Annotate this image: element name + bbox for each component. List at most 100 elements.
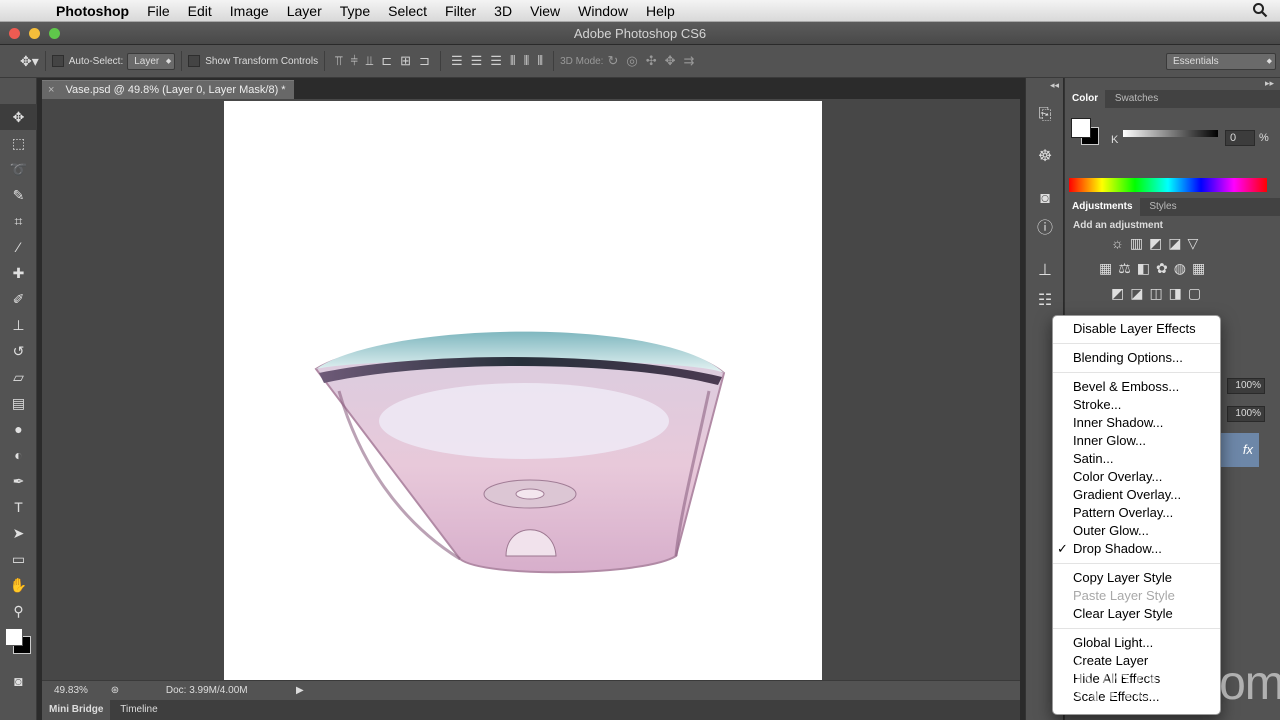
menu-window[interactable]: Window: [569, 3, 637, 19]
menu-item-outer-glow[interactable]: Outer Glow...: [1053, 522, 1220, 540]
menu-item-color-overlay[interactable]: Color Overlay...: [1053, 468, 1220, 486]
menu-edit[interactable]: Edit: [179, 3, 221, 19]
color-swatches[interactable]: [0, 624, 36, 668]
status-menu-arrow-icon[interactable]: ▶: [296, 681, 304, 700]
quick-select-tool-icon[interactable]: ✎: [0, 182, 37, 208]
tab-swatches[interactable]: Swatches: [1108, 90, 1165, 108]
menu-item-clear-layer-style[interactable]: Clear Layer Style: [1053, 605, 1220, 623]
brush-tool-icon[interactable]: ✐: [0, 286, 37, 312]
menu-item-gradient-overlay[interactable]: Gradient Overlay...: [1053, 486, 1220, 504]
menu-type[interactable]: Type: [331, 3, 379, 19]
workspace-dropdown[interactable]: Essentials: [1166, 53, 1276, 70]
adjustment-icons-row3[interactable]: ◩◪◫◨▢: [1065, 277, 1280, 302]
spotlight-search-icon[interactable]: [1252, 2, 1268, 21]
distribute-left-icon[interactable]: ⦀: [510, 53, 516, 69]
menu-item-pattern-overlay[interactable]: Pattern Overlay...: [1053, 504, 1220, 522]
hand-tool-icon[interactable]: ✋: [0, 572, 37, 598]
opacity-field[interactable]: 100%: [1227, 378, 1265, 394]
adjustment-icons-row1[interactable]: ☼▥◩◪▽: [1065, 235, 1280, 252]
gradient-tool-icon[interactable]: ▤: [0, 390, 37, 416]
tab-mini-bridge[interactable]: Mini Bridge: [42, 700, 111, 720]
align-top-icon[interactable]: ⫪: [335, 53, 342, 69]
menu-item-disable-layer-effects[interactable]: Disable Layer Effects: [1053, 320, 1220, 338]
adjustment-icons-row2[interactable]: ▦⚖◧✿◍▦: [1065, 252, 1280, 277]
eyedropper-tool-icon[interactable]: ⁄: [0, 234, 37, 260]
document-canvas[interactable]: [224, 101, 822, 680]
menu-3d[interactable]: 3D: [485, 3, 521, 19]
status-icon[interactable]: ⊛: [111, 685, 119, 696]
menu-item-inner-glow[interactable]: Inner Glow...: [1053, 432, 1220, 450]
menu-item-copy-layer-style[interactable]: Copy Layer Style: [1053, 569, 1220, 587]
menu-filter[interactable]: Filter: [436, 3, 485, 19]
tab-color[interactable]: Color: [1065, 90, 1106, 108]
tab-styles[interactable]: Styles: [1142, 198, 1183, 216]
minimize-window-button[interactable]: [29, 28, 40, 39]
eraser-tool-icon[interactable]: ▱: [0, 364, 37, 390]
menu-item-blending-options[interactable]: Blending Options...: [1053, 349, 1220, 367]
foreground-color-swatch[interactable]: [5, 628, 23, 646]
brush-presets-icon[interactable]: ⊥: [1026, 256, 1064, 286]
healing-brush-icon[interactable]: ✚: [0, 260, 37, 286]
align-bottom-icon[interactable]: ⫫: [366, 53, 373, 69]
close-tab-icon[interactable]: ×: [48, 84, 54, 96]
align-vcenter-icon[interactable]: ⫩: [350, 53, 357, 69]
doc-size-info[interactable]: Doc: 3.99M/4.00M: [166, 685, 248, 696]
distribute-bottom-icon[interactable]: ☰: [490, 53, 502, 69]
expand-panels-icon[interactable]: ▸▸: [1065, 78, 1280, 90]
distribute-right-icon[interactable]: ⦀: [537, 53, 543, 69]
tool-presets-icon[interactable]: ☷: [1026, 286, 1064, 316]
zoom-tool-icon[interactable]: ⚲: [0, 598, 37, 624]
blur-tool-icon[interactable]: ●: [0, 416, 37, 442]
auto-select-dropdown[interactable]: Layer: [127, 52, 176, 70]
3d-rotate-icon[interactable]: ↻: [607, 53, 618, 69]
document-tab[interactable]: × Vase.psd @ 49.8% (Layer 0, Layer Mask/…: [42, 80, 294, 99]
k-value-field[interactable]: 0: [1225, 130, 1255, 146]
move-tool-preset-icon[interactable]: ✥▾: [20, 53, 39, 70]
zoom-window-button[interactable]: [49, 28, 60, 39]
3d-scale-icon[interactable]: ⇉: [684, 53, 695, 69]
distribute-hcenter-icon[interactable]: ⦀: [524, 53, 530, 69]
color-fg-swatch[interactable]: [1071, 118, 1091, 138]
menu-select[interactable]: Select: [379, 3, 436, 19]
crop-tool-icon[interactable]: ⌗: [0, 208, 37, 234]
dodge-tool-icon[interactable]: ◐: [0, 442, 37, 468]
zoom-level[interactable]: 49.83%: [54, 685, 88, 696]
tab-timeline[interactable]: Timeline: [113, 700, 164, 720]
menu-item-global-light[interactable]: Global Light...: [1053, 634, 1220, 652]
lasso-tool-icon[interactable]: ➰: [0, 156, 37, 182]
history-panel-icon[interactable]: ⎘: [1026, 100, 1064, 130]
menu-help[interactable]: Help: [637, 3, 684, 19]
align-right-icon[interactable]: ⊐: [419, 53, 430, 69]
3d-drag-icon[interactable]: ✣: [646, 53, 657, 69]
menu-file[interactable]: File: [138, 3, 179, 19]
quick-mask-icon[interactable]: ◙: [0, 668, 37, 694]
menu-view[interactable]: View: [521, 3, 569, 19]
marquee-tool-icon[interactable]: ⬚: [0, 130, 37, 156]
distribute-vcenter-icon[interactable]: ☰: [471, 53, 483, 69]
info-3d-panel-icon[interactable]: ◙: [1026, 184, 1064, 214]
type-tool-icon[interactable]: T: [0, 494, 37, 520]
menu-item-stroke[interactable]: Stroke...: [1053, 396, 1220, 414]
tab-adjustments[interactable]: Adjustments: [1065, 198, 1140, 216]
fill-field[interactable]: 100%: [1227, 406, 1265, 422]
close-window-button[interactable]: [9, 28, 20, 39]
color-spectrum[interactable]: [1069, 178, 1267, 192]
info-panel-icon[interactable]: ⓘ: [1026, 214, 1064, 244]
collapse-dock-icon[interactable]: ◂◂: [1026, 78, 1063, 100]
path-select-tool-icon[interactable]: ➤: [0, 520, 37, 546]
history-brush-icon[interactable]: ↺: [0, 338, 37, 364]
layer-fx-icon[interactable]: fx: [1243, 442, 1253, 457]
menu-image[interactable]: Image: [221, 3, 278, 19]
clone-stamp-icon[interactable]: ⊥: [0, 312, 37, 338]
3d-slide-icon[interactable]: ✥: [665, 53, 676, 69]
align-left-icon[interactable]: ⊏: [381, 53, 392, 69]
app-menu[interactable]: Photoshop: [56, 3, 138, 19]
pen-tool-icon[interactable]: ✒: [0, 468, 37, 494]
align-hcenter-icon[interactable]: ⊞: [400, 53, 411, 69]
show-transform-checkbox[interactable]: [188, 55, 201, 67]
move-tool-icon[interactable]: ✥: [0, 104, 37, 130]
menu-layer[interactable]: Layer: [278, 3, 331, 19]
auto-select-checkbox[interactable]: [51, 55, 64, 67]
properties-panel-icon[interactable]: ☸: [1026, 142, 1064, 172]
menu-item-bevel-emboss[interactable]: Bevel & Emboss...: [1053, 378, 1220, 396]
